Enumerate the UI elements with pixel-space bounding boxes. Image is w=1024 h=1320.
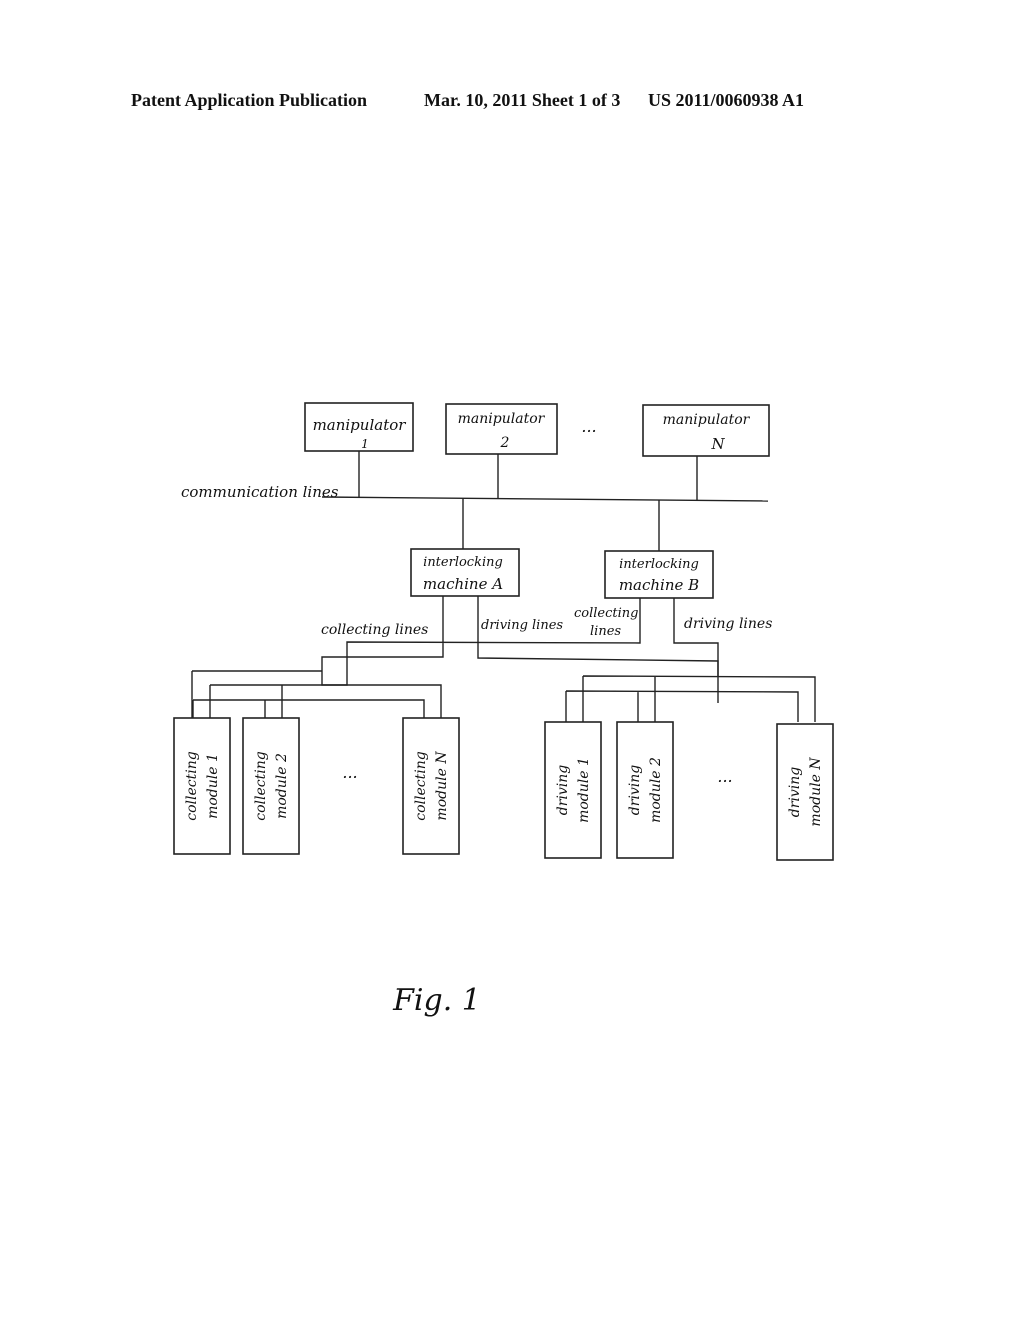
manipulator-1-index: 1 [361,437,369,451]
manipulator-2-index: 2 [500,435,510,451]
driving-bus-2 [565,690,799,722]
interlocking-machine-b: interlocking machine B [604,550,714,599]
collecting-module-n: collecting module N [402,717,460,855]
manipulator-2: manipulator 2 [445,403,558,455]
collecting-module-1-label-1: collecting [184,751,200,820]
collecting-bus-2 [191,670,322,718]
machine-b-label-2: machine B [619,576,699,594]
manipulator-ellipsis: ... [581,417,596,436]
machine-b-collecting-lines-label-1: collecting [574,606,638,621]
interlocking-machine-a: interlocking machine A [410,548,520,597]
collecting-bus-1 [209,684,442,718]
driving-module-2-label-1: driving [627,765,643,816]
machine-a-driving-lines-label: driving lines [481,618,563,633]
machine-a-label-1: interlocking [423,555,503,570]
machine-b-driving-lines-label: driving lines [684,616,772,632]
machine-a-collecting-lines-label: collecting lines [321,622,428,638]
communication-bus [321,496,769,502]
driving-module-1: driving module 1 [544,721,602,859]
manipulator-n-label: manipulator [663,412,751,428]
communication-lines-label: communication lines [181,483,339,501]
collecting-module-n-label-1: collecting [413,751,429,820]
driving-module-n: driving module N [776,723,834,861]
collecting-bus-3 [192,699,425,718]
manipulator-1: manipulator 1 [304,402,414,452]
manipulator-2-label: manipulator [458,411,546,427]
driving-module-2-label-2: module 2 [648,757,664,823]
collecting-module-2-label-1: collecting [253,751,269,820]
collecting-module-n-label-2: module N [434,751,450,821]
manipulator-n: manipulator N [642,404,770,457]
collecting-module-1-label-2: module 1 [205,753,221,819]
figure-caption: Fig. 1 [392,983,481,1018]
machine-b-driving-lines [673,598,719,676]
collecting-module-1: collecting module 1 [173,717,231,855]
machine-b-collecting-lines-label-2: lines [590,624,621,639]
manipulator-1-label: manipulator [313,416,407,434]
collecting-module-2-label-2: module 2 [274,753,290,819]
collecting-module-ellipsis: ... [342,763,357,782]
collecting-module-2: collecting module 2 [242,717,300,855]
machine-b-label-1: interlocking [619,557,699,572]
figure-1-diagram: manipulator 1 manipulator 2 ... manipula… [173,402,834,1018]
driving-module-2: driving module 2 [616,721,674,859]
driving-bus-1 [582,675,816,722]
machine-a-label-2: machine A [423,575,503,593]
manipulator-n-index: N [710,435,725,453]
driving-module-n-label-1: driving [787,767,803,818]
driving-module-ellipsis: ... [717,767,732,786]
driving-module-n-label-2: module N [808,757,824,827]
driving-module-1-label-2: module 1 [576,757,592,823]
driving-module-1-label-1: driving [555,765,571,816]
